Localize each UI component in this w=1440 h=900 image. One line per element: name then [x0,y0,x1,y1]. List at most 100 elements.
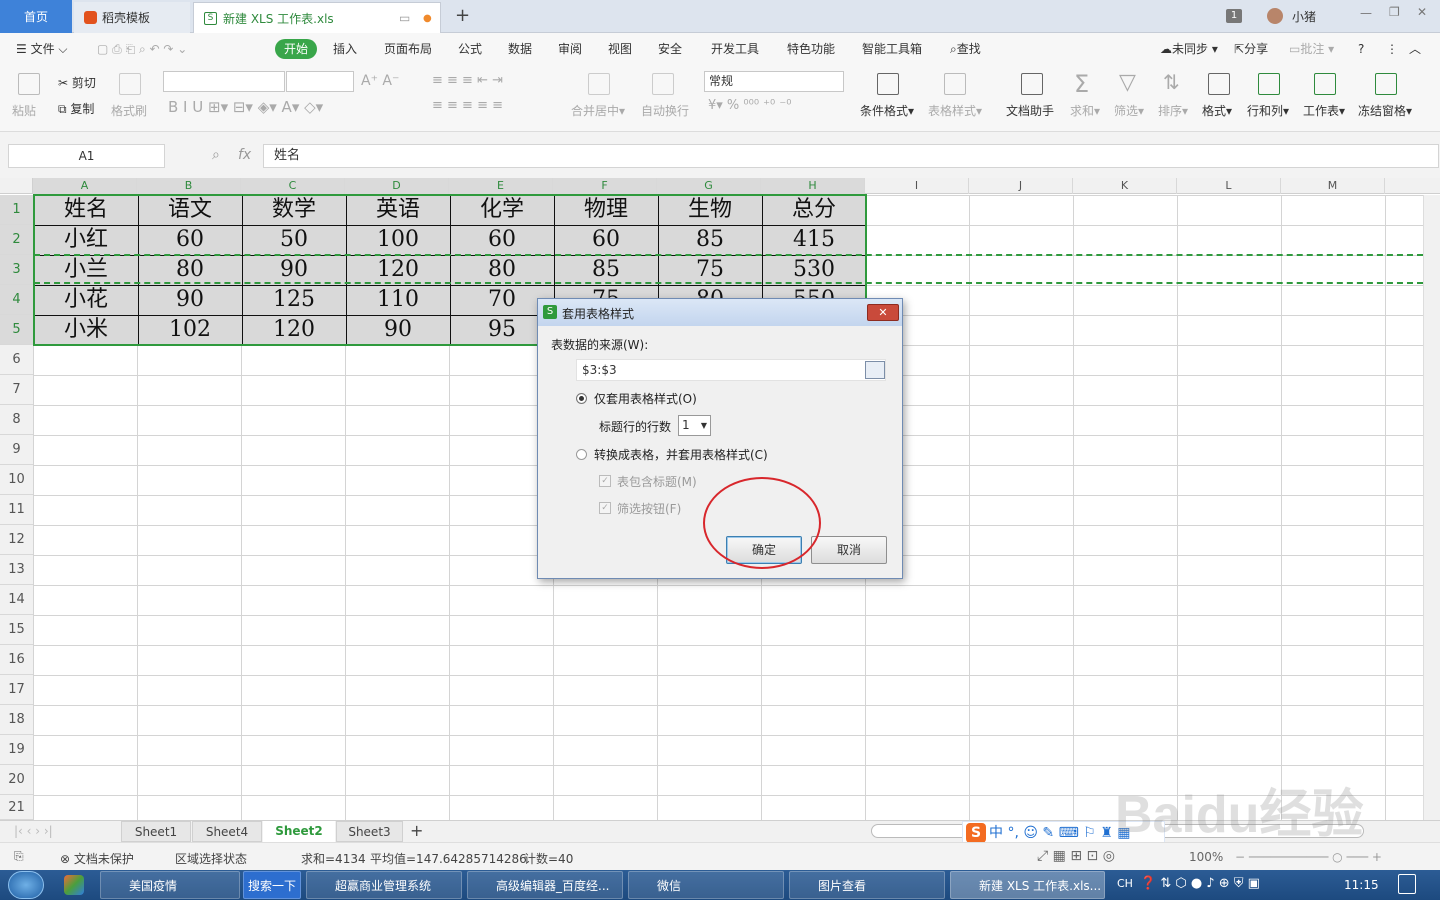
sum-button[interactable]: 求和▾ [1070,102,1100,119]
row-header[interactable]: 9 [0,435,33,465]
table-cell[interactable]: 120 [346,255,450,285]
quick-access-icons[interactable]: ▢ ⎙ ⎗ ⌕ ↶ ↷ ⌄ [97,39,187,59]
table-cell[interactable]: 110 [346,285,450,315]
cut-button[interactable]: ✂ 剪切 [58,74,96,91]
column-header[interactable]: K [1073,178,1177,194]
row-header[interactable]: 8 [0,405,33,435]
tab-current-file[interactable]: S 新建 XLS 工作表.xls ▭ ● [193,2,441,33]
table-cell[interactable]: 530 [762,255,866,285]
row-header[interactable]: 17 [0,675,33,705]
radio-convert-table[interactable] [576,449,587,460]
row-header[interactable]: 11 [0,495,33,525]
table-header-cell[interactable]: 生物 [658,195,762,225]
table-header-cell[interactable]: 语文 [138,195,242,225]
taskbar-item[interactable]: 微信 [628,871,784,899]
tab-home[interactable]: 首页 [0,0,72,33]
table-cell[interactable]: 小花 [34,285,138,315]
column-header[interactable]: D [345,178,449,194]
name-box[interactable]: A1 [8,144,165,168]
worksheet-button[interactable]: 工作表▾ [1303,102,1345,119]
document-protect-status[interactable]: ⊗ 文档未保护 [60,850,134,867]
sheet-tab-active[interactable]: Sheet2 [263,821,335,842]
start-button[interactable] [8,871,44,899]
table-cell[interactable]: 小兰 [34,255,138,285]
table-cell[interactable]: 90 [242,255,346,285]
app-launcher-icon[interactable] [64,875,84,895]
table-cell[interactable]: 80 [138,255,242,285]
menu-security[interactable]: 安全 [658,39,682,59]
filter-button[interactable]: 筛选▾ [1114,102,1144,119]
cancel-button[interactable]: 取消 [811,536,887,564]
column-header[interactable]: I [865,178,969,194]
taskbar-item[interactable]: 美国疫情 [100,871,240,899]
doc-helper-button[interactable]: 文档助手 [1006,102,1054,119]
add-sheet-button[interactable]: + [410,821,423,842]
header-rows-select[interactable]: 1 ▼ [678,415,711,436]
table-cell[interactable]: 60 [554,225,658,255]
row-header[interactable]: 10 [0,465,33,495]
taskbar-item[interactable]: 图片查看 [789,871,945,899]
row-col-button[interactable]: 行和列▾ [1247,102,1289,119]
wrap-text-button[interactable]: 自动换行 [641,102,689,119]
share-button[interactable]: ⇱分享 [1234,39,1268,59]
font-family-select[interactable] [163,71,285,92]
column-header[interactable]: G [657,178,761,194]
font-style-icons[interactable]: B I U ⊞▾ ⊟▾ ◈▾ A▾ ◇▾ [168,98,323,116]
row-header[interactable]: 7 [0,375,33,405]
table-cell[interactable]: 125 [242,285,346,315]
avatar[interactable] [1267,8,1283,24]
conditional-format-button[interactable]: 条件格式▾ [860,102,914,119]
table-header-cell[interactable]: 数学 [242,195,346,225]
row-header[interactable]: 18 [0,705,33,735]
close-button[interactable]: ✕ [1417,5,1427,19]
table-header-cell[interactable]: 姓名 [34,195,138,225]
radio-style-only[interactable] [576,393,587,404]
table-cell[interactable]: 102 [138,315,242,345]
collapse-ribbon-icon[interactable]: ︿ [1409,39,1421,59]
more-icon[interactable]: ⋮ [1386,39,1398,59]
column-header[interactable]: H [761,178,865,194]
table-header-cell[interactable]: 物理 [554,195,658,225]
table-style-button[interactable]: 表格样式▾ [928,102,982,119]
column-header[interactable]: B [137,178,241,194]
column-header[interactable]: F [553,178,657,194]
table-cell[interactable]: 85 [658,225,762,255]
action-center-icon[interactable] [1398,874,1416,894]
table-cell[interactable]: 60 [450,225,554,255]
table-cell[interactable]: 60 [138,225,242,255]
zoom-search-icon[interactable]: ⌕ [212,147,220,163]
table-cell[interactable]: 小红 [34,225,138,255]
row-header[interactable]: 4 [0,285,33,315]
view-mode-icons[interactable]: ⤢ ▦ ⊞ ⊡ ◎ [1037,848,1115,864]
row-header[interactable]: 3 [0,255,33,285]
table-cell[interactable]: 90 [138,285,242,315]
row-header[interactable]: 19 [0,735,33,765]
row-header[interactable]: 12 [0,525,33,555]
sheet-nav-arrows[interactable]: |‹ ‹ › ›| [14,821,53,842]
sheet-tab[interactable]: Sheet4 [192,821,262,842]
row-header[interactable]: 5 [0,315,33,345]
table-cell[interactable]: 415 [762,225,866,255]
range-picker-icon[interactable] [865,361,885,379]
sheet-tab[interactable]: Sheet1 [121,821,191,842]
table-cell[interactable]: 90 [346,315,450,345]
menu-page-layout[interactable]: 页面布局 [384,39,432,59]
new-tab-button[interactable]: + [455,5,470,26]
taskbar-search[interactable]: 搜索一下 [243,871,301,899]
checkbox-has-header[interactable]: ✓ [599,475,611,487]
menu-search[interactable]: ⌕查找 [950,39,981,59]
paste-button[interactable]: 粘贴 [12,102,36,119]
row-header[interactable]: 15 [0,615,33,645]
font-grow-icon[interactable]: A⁺ A⁻ [361,73,399,89]
monitor-icon[interactable]: ▭ [399,11,410,25]
user-name[interactable]: 小猪 [1292,8,1316,25]
row-header[interactable]: 2 [0,225,33,255]
number-format-icons[interactable]: ¥▾ % ⁰⁰⁰ ⁺⁰ ⁻⁰ [708,98,791,113]
align-horizontal-icons[interactable]: ≡ ≡ ≡ ≡ ≡ [432,98,503,113]
status-icon[interactable]: ⎘ [14,849,24,864]
scrollbar-vertical[interactable] [1423,195,1440,820]
menu-file[interactable]: ☰ 文件 ⌵ [16,39,68,59]
menu-dev-tools[interactable]: 开发工具 [711,39,759,59]
column-header[interactable]: A [33,178,137,194]
zoom-level[interactable]: 100% [1189,850,1223,864]
